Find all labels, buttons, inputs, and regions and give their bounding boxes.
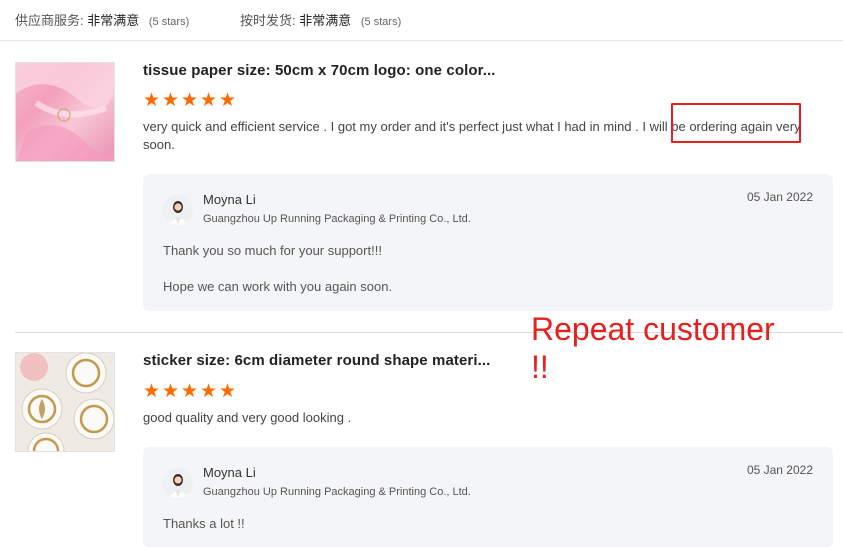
star-icon: ★ — [200, 381, 219, 402]
review-title[interactable]: tissue paper size: 50cm x 70cm logo: one… — [143, 62, 496, 79]
review-text: good quality and very good looking . — [143, 410, 352, 425]
supplier-service-value: 非常满意 — [87, 13, 140, 28]
supplier-reply: Moyna Li Guangzhou Up Running Packaging … — [143, 174, 833, 311]
reply-author-name: Moyna Li — [203, 465, 256, 480]
review-title[interactable]: sticker size: 6cm diameter round shape m… — [143, 352, 490, 369]
avatar — [163, 468, 193, 498]
star-icon: ★ — [143, 90, 162, 111]
shipping-label: 按时发货: — [240, 13, 296, 28]
reply-company[interactable]: Guangzhou Up Running Packaging & Printin… — [203, 213, 471, 225]
star-icon: ★ — [181, 90, 200, 111]
reply-company[interactable]: Guangzhou Up Running Packaging & Printin… — [203, 486, 471, 498]
star-icon: ★ — [181, 381, 200, 402]
star-icon: ★ — [143, 381, 162, 402]
reply-text-line: Thank you so much for your support!!! — [163, 243, 382, 258]
repeat-customer-annotation: Repeat customer !! — [531, 311, 775, 385]
shipping-rating: 按时发货: 非常满意 (5 stars) — [240, 10, 401, 29]
reply-text-line: Thanks a lot !! — [163, 516, 245, 531]
shipping-stars: (5 stars) — [360, 16, 402, 28]
star-rating: ★★★★★ — [143, 382, 238, 401]
reply-date: 05 Jan 2022 — [746, 190, 813, 204]
supplier-service-stars: (5 stars) — [148, 16, 190, 28]
star-icon: ★ — [162, 90, 181, 111]
reply-text-line: Hope we can work with you again soon. — [163, 279, 393, 294]
star-rating: ★★★★★ — [143, 91, 238, 110]
shipping-value: 非常满意 — [299, 13, 352, 28]
avatar — [163, 195, 193, 225]
supplier-service-label: 供应商服务: — [15, 13, 84, 28]
reply-author-name: Moyna Li — [203, 192, 256, 207]
star-icon: ★ — [200, 90, 219, 111]
supplier-reply: Moyna Li Guangzhou Up Running Packaging … — [143, 447, 833, 547]
star-icon: ★ — [162, 381, 181, 402]
reply-date: 05 Jan 2022 — [746, 463, 813, 477]
supplier-service-rating: 供应商服务: 非常满意 (5 stars) — [15, 10, 189, 29]
product-thumbnail[interactable] — [15, 62, 115, 162]
rating-summary-bar: 供应商服务: 非常满意 (5 stars) 按时发货: 非常满意 (5 star… — [0, 0, 843, 41]
highlight-annotation-box — [671, 103, 801, 143]
star-icon: ★ — [219, 90, 238, 111]
product-thumbnail[interactable] — [15, 352, 115, 452]
star-icon: ★ — [219, 381, 238, 402]
